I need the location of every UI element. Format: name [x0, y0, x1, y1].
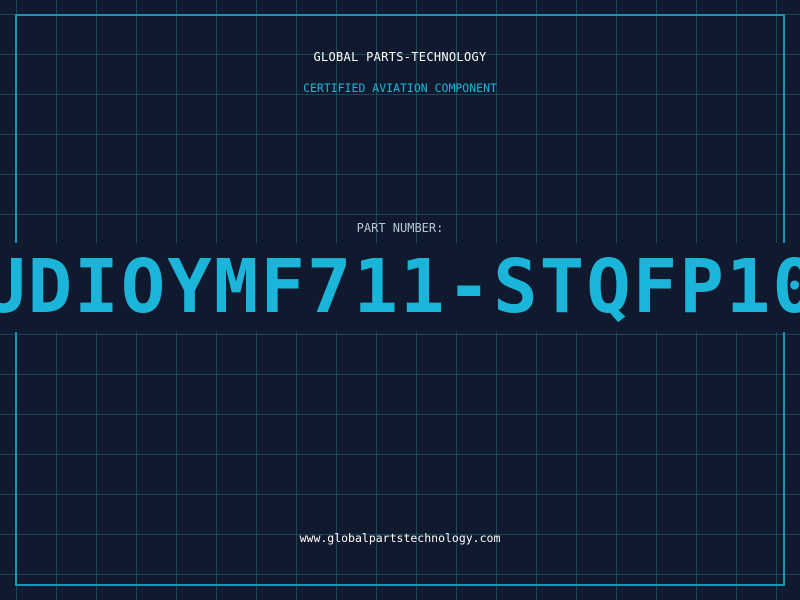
company-tagline: CERTIFIED AVIATION COMPONENT [303, 81, 497, 95]
part-number-value: AUDIOYMF711-STQFP100 [0, 244, 800, 330]
part-number-band: AUDIOYMF711-STQFP100 [0, 243, 800, 332]
website-url: www.globalpartstechnology.com [299, 531, 501, 545]
company-name: GLOBAL PARTS-TECHNOLOGY [313, 50, 487, 64]
page: GLOBAL PARTS-TECHNOLOGY CERTIFIED AVIATI… [0, 0, 800, 600]
part-number-label: PART NUMBER: [356, 221, 444, 235]
